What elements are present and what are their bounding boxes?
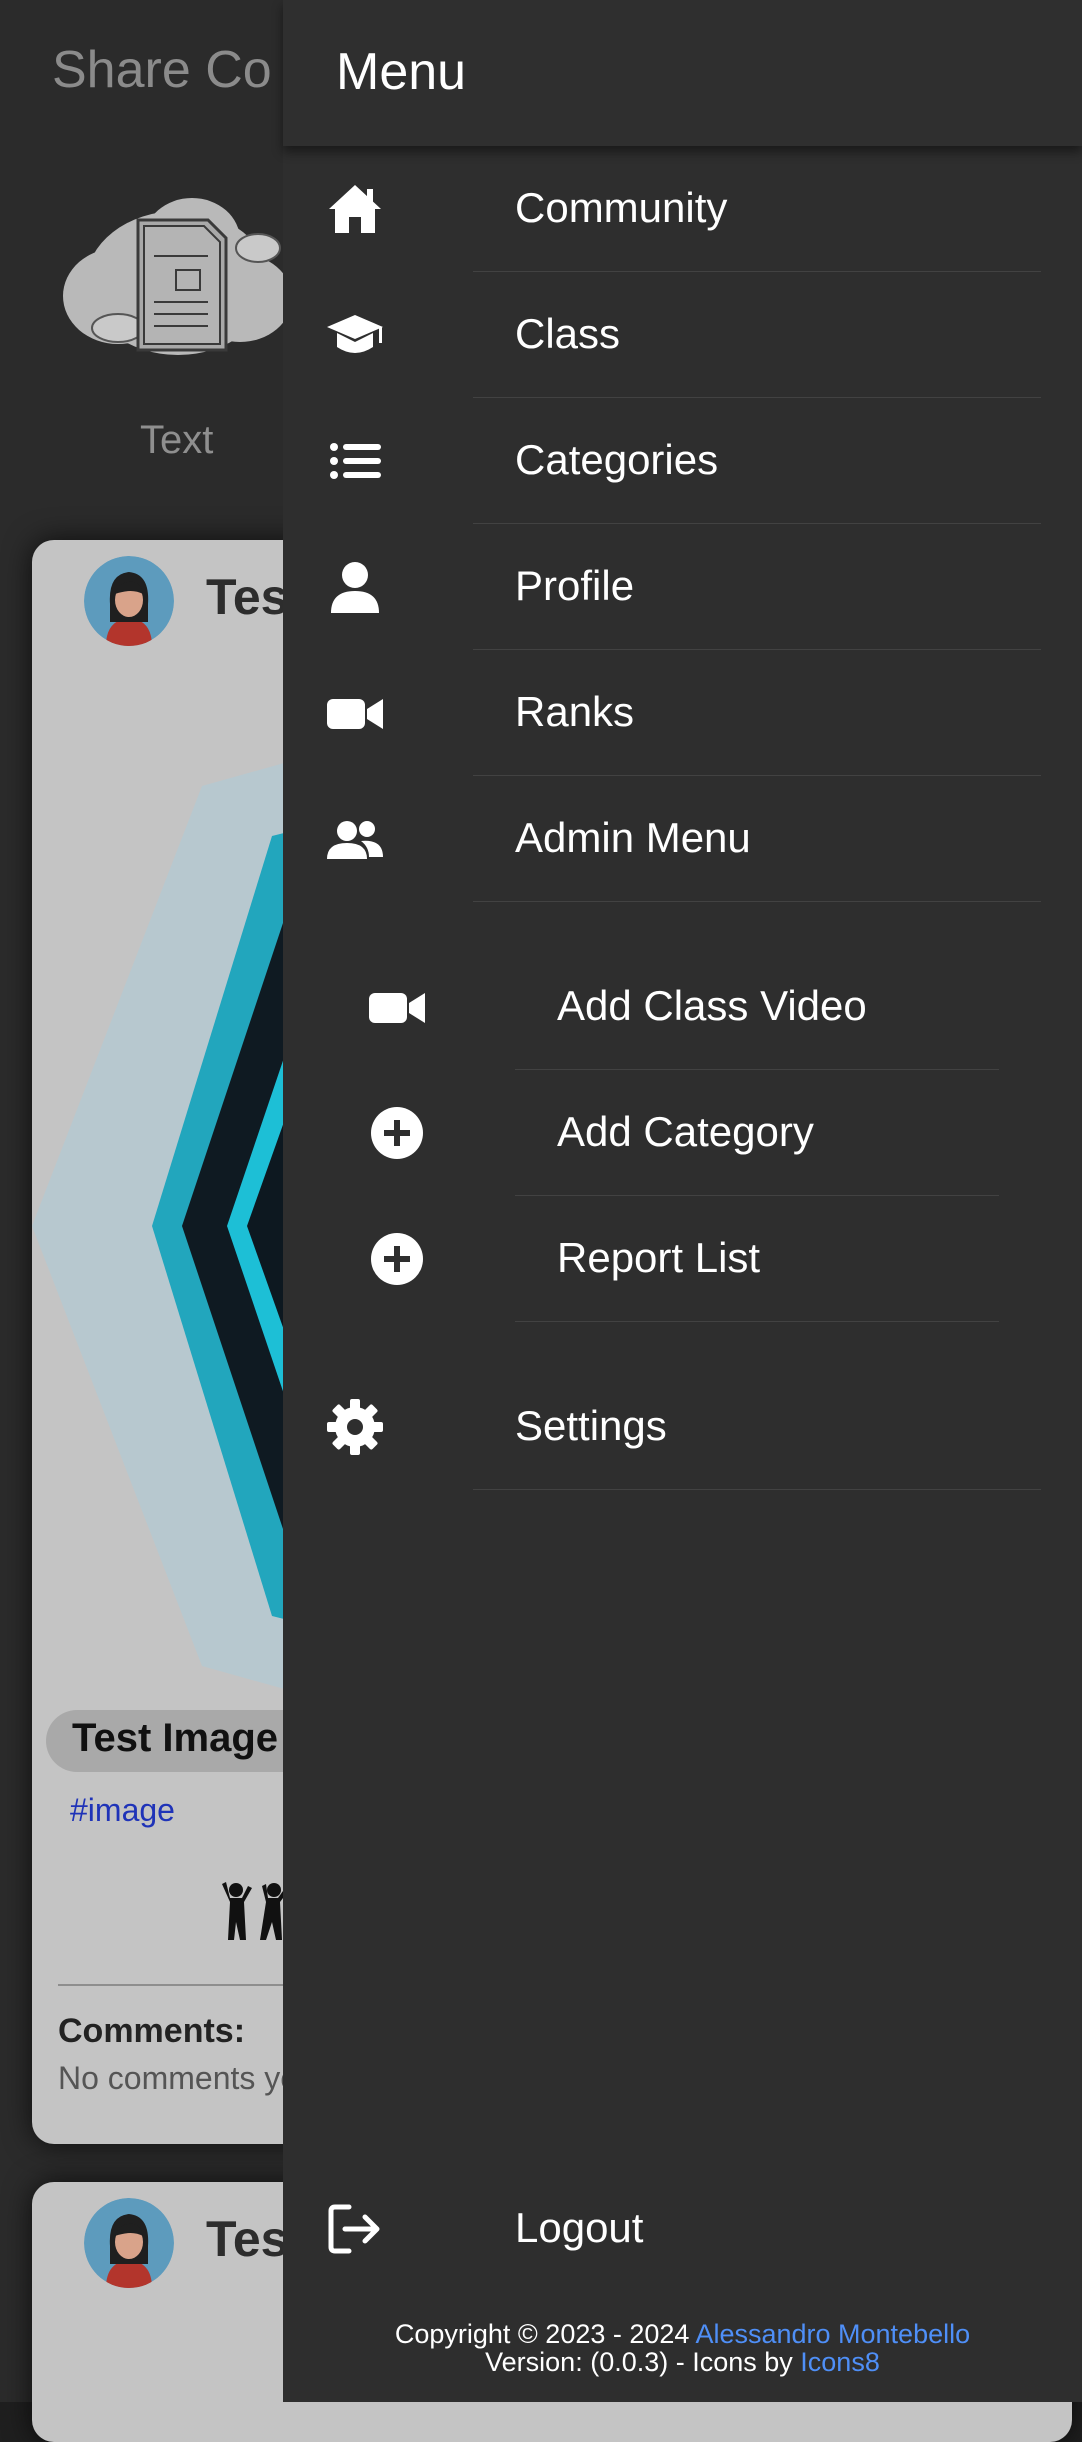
plus-circle-icon (367, 1103, 427, 1163)
menu-item-label: Add Class Video (557, 982, 867, 1029)
graduation-cap-icon (325, 305, 385, 365)
post-hashtag[interactable]: #image (70, 1792, 175, 1829)
text-share-option[interactable] (58, 178, 298, 368)
menu-item-label: Logout (515, 2204, 644, 2251)
menu-item-class[interactable]: Class (283, 272, 1082, 398)
logout-icon (325, 2199, 385, 2259)
menu-item-label: Community (515, 184, 728, 231)
gear-icon (325, 1397, 385, 1457)
home-icon (325, 179, 385, 239)
video-icon (367, 977, 427, 1037)
post-title: Test Image (72, 1716, 278, 1760)
menu-item-ranks[interactable]: Ranks (283, 650, 1082, 776)
post-author: Tes (206, 569, 289, 625)
menu-item-add-category[interactable]: Add Category (283, 1070, 1082, 1196)
copyright-text: Copyright © 2023 - 2024 (394, 2319, 696, 2349)
menu-item-community[interactable]: Community (283, 146, 1082, 272)
text-option-label: Text (140, 418, 214, 462)
footer-copyright: Copyright © 2023 - 2024 Alessandro Monte… (283, 2320, 1082, 2348)
navigation-drawer: Menu Community Class Categories Profile (283, 0, 1082, 2402)
author-link[interactable]: Alessandro Montebello (695, 2319, 970, 2349)
icons8-link[interactable]: Icons8 (800, 2347, 880, 2377)
menu-item-categories[interactable]: Categories (283, 398, 1082, 524)
menu-item-label: Settings (515, 1402, 667, 1449)
avatar[interactable] (84, 2198, 174, 2288)
user-icon (325, 557, 385, 617)
menu-divider (473, 1489, 1041, 1490)
user-avatar-icon (84, 2198, 174, 2288)
post-author: Tes (206, 2211, 289, 2267)
menu-item-label: Profile (515, 562, 635, 609)
menu-item-admin-menu[interactable]: Admin Menu (283, 776, 1082, 902)
menu-item-label: Categories (515, 436, 719, 483)
menu-item-label: Admin Menu (515, 814, 751, 861)
cloud-document-icon (63, 198, 292, 355)
menu-divider (515, 1321, 999, 1322)
menu-item-label: Report List (557, 1234, 761, 1281)
menu-divider (473, 901, 1041, 902)
plus-circle-icon (367, 1229, 427, 1289)
menu-item-profile[interactable]: Profile (283, 524, 1082, 650)
user-avatar-icon (84, 556, 174, 646)
menu-item-settings[interactable]: Settings (283, 1364, 1082, 1490)
version-text: Version: (0.0.3) - Icons by (485, 2347, 801, 2377)
menu-item-add-class-video[interactable]: Add Class Video (283, 944, 1082, 1070)
video-icon (325, 683, 385, 743)
comments-empty-text: No comments ye (58, 2060, 299, 2096)
drawer-title: Menu (336, 43, 467, 101)
list-icon (325, 431, 385, 491)
logout-button[interactable]: Logout (283, 2166, 1082, 2292)
menu-item-report-list[interactable]: Report List (283, 1196, 1082, 1322)
avatar[interactable] (84, 556, 174, 646)
menu-item-label: Add Category (557, 1108, 814, 1155)
comments-title: Comments: (58, 2012, 246, 2050)
page-title: Share Co (52, 41, 272, 99)
drawer-header: Menu (283, 0, 1082, 146)
users-icon (325, 809, 385, 869)
menu-item-label: Class (515, 310, 621, 357)
footer-version: Version: (0.0.3) - Icons by Icons8 (283, 2348, 1082, 2376)
menu-item-label: Ranks (515, 688, 635, 735)
